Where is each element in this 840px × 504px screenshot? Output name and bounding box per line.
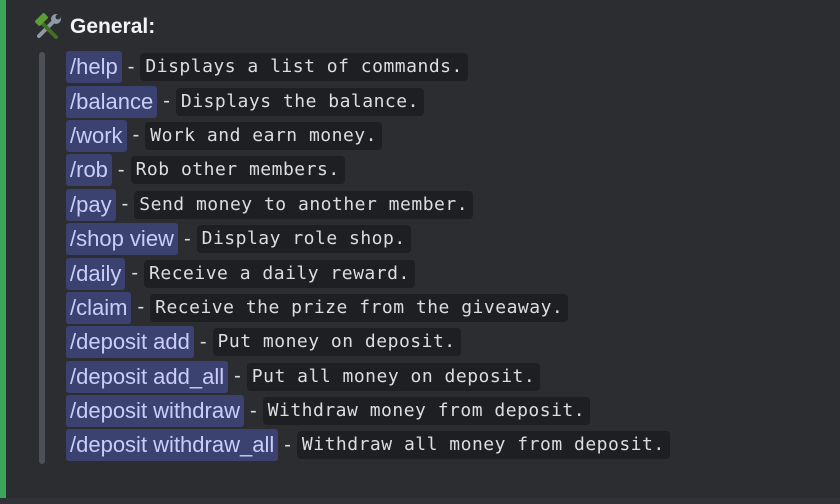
- command-description: Displays a list of commands.: [140, 53, 468, 82]
- command-description: Work and earn money.: [145, 121, 382, 150]
- separator: -: [163, 90, 170, 113]
- separator: -: [234, 365, 241, 388]
- command-mention[interactable]: /pay: [66, 188, 116, 221]
- command-description: Send money to another member.: [134, 190, 474, 219]
- separator: -: [121, 193, 129, 216]
- command-row: /help - Displays a list of commands.: [66, 50, 670, 84]
- command-description: Displays the balance.: [175, 87, 424, 116]
- bot-embed: General: /help - Displays a list of comm…: [0, 0, 840, 498]
- separator: -: [137, 296, 145, 319]
- command-mention[interactable]: /shop view: [66, 223, 178, 256]
- command-row: /daily - Receive a daily reward.: [66, 256, 670, 290]
- command-mention[interactable]: /balance: [66, 85, 158, 118]
- separator: -: [199, 330, 207, 353]
- command-row: /deposit withdraw - Withdraw money from …: [66, 394, 670, 428]
- command-mention[interactable]: /deposit add: [66, 326, 194, 359]
- separator: -: [183, 227, 191, 250]
- command-description: Withdraw money from deposit.: [262, 397, 591, 426]
- field-title-text: General:: [70, 15, 156, 38]
- command-description: Receive a daily reward.: [144, 259, 415, 288]
- command-mention[interactable]: /deposit add_all: [66, 360, 229, 393]
- command-row: /rob - Rob other members.: [66, 153, 670, 187]
- command-mention[interactable]: /claim: [66, 291, 132, 324]
- hammer-and-wrench-icon: [32, 11, 64, 43]
- command-description: Receive the prize from the giveaway.: [150, 293, 569, 322]
- command-description: Withdraw all money from deposit.: [296, 431, 670, 460]
- command-row: /claim - Receive the prize from the give…: [66, 291, 670, 325]
- command-description: Put all money on deposit.: [246, 362, 541, 391]
- message-background: [0, 498, 840, 504]
- command-row: /deposit add_all - Put all money on depo…: [66, 360, 670, 394]
- command-row: /shop view - Display role shop.: [66, 222, 670, 256]
- separator: -: [249, 399, 257, 422]
- separator: -: [131, 262, 139, 285]
- command-mention[interactable]: /deposit withdraw_all: [66, 429, 279, 462]
- command-mention[interactable]: /help: [66, 51, 122, 84]
- command-row: /pay - Send money to another member.: [66, 188, 670, 222]
- command-row: /balance - Displays the balance.: [66, 84, 670, 118]
- command-mention[interactable]: /deposit withdraw: [66, 395, 244, 428]
- command-mention[interactable]: /daily: [66, 257, 126, 290]
- command-row: /deposit add - Put money on deposit.: [66, 325, 670, 359]
- command-description: Put money on deposit.: [212, 328, 461, 357]
- separator: -: [127, 55, 135, 78]
- blockquote-bar: [39, 52, 45, 464]
- command-description: Rob other members.: [130, 156, 345, 185]
- command-list: /help - Displays a list of commands. /ba…: [66, 50, 670, 463]
- command-mention[interactable]: /work: [66, 119, 127, 152]
- separator: -: [284, 433, 291, 456]
- separator: -: [132, 124, 140, 147]
- command-row: /deposit withdraw_all - Withdraw all mon…: [66, 428, 670, 462]
- field-title: General:: [32, 10, 155, 44]
- command-row: /work - Work and earn money.: [66, 119, 670, 153]
- separator: -: [117, 158, 125, 181]
- command-mention[interactable]: /rob: [66, 154, 112, 187]
- command-description: Display role shop.: [196, 225, 411, 254]
